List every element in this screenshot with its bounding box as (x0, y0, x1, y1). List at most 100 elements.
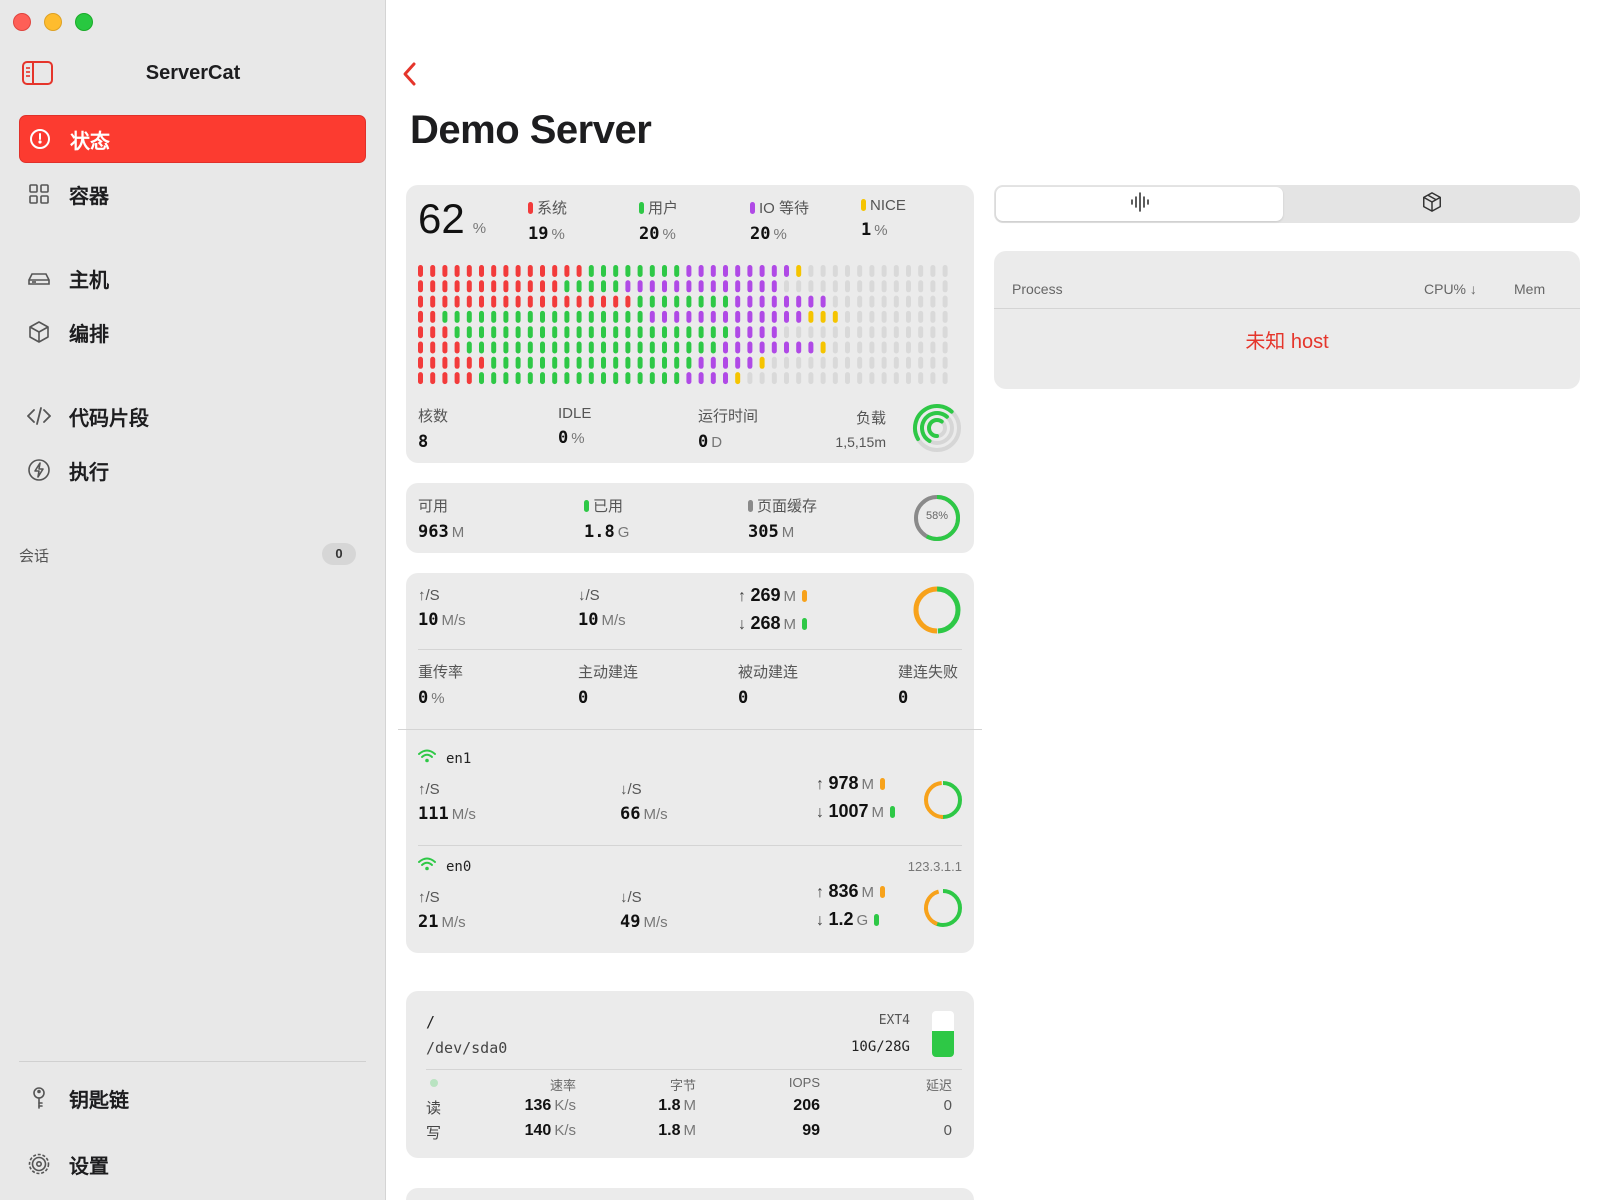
cpu-core-cell (442, 295, 448, 308)
cpu-core-cell (784, 265, 789, 277)
cpu-core-cell (625, 372, 631, 385)
cpu-core-cell (466, 372, 472, 385)
cpu-core-cell (918, 356, 924, 369)
cpu-core-cell (662, 372, 667, 385)
cpu-core-cell (820, 280, 826, 293)
cpu-load: 负载 1,5,15m (835, 410, 886, 450)
close-window-button[interactable] (13, 13, 31, 31)
cpu-core-cell (466, 326, 472, 339)
cpu-core-cell (723, 326, 728, 339)
cpu-core-cell (649, 295, 655, 308)
cpu-core-cell (418, 326, 423, 339)
cpu-core-cell (759, 280, 765, 293)
col-process[interactable]: Process (1012, 281, 1063, 297)
cpu-core-cell (418, 356, 423, 369)
cpu-core-cell (466, 265, 472, 277)
en0-ring (922, 887, 964, 934)
cpu-core-cell (710, 356, 716, 369)
sidebar-item-snippets[interactable]: 代码片段 (19, 392, 366, 440)
cpu-core-cell (625, 265, 631, 277)
back-chevron-icon[interactable] (400, 60, 420, 88)
cpu-core-cell (491, 295, 497, 308)
cpu-core-cell (418, 295, 423, 308)
sidebar-item-keychain[interactable]: 钥匙链 (19, 1074, 366, 1122)
cpu-core-cell (564, 295, 570, 308)
sidebar-item-status[interactable]: 状态 (19, 115, 366, 163)
cpu-core-cell (784, 356, 789, 369)
cpu-core-cell (930, 326, 936, 339)
zoom-window-button[interactable] (75, 13, 93, 31)
cpu-core-cell (430, 341, 436, 354)
cpu-core-cell (930, 280, 936, 293)
cpu-core-cell (808, 372, 814, 385)
col-mem[interactable]: Mem (1514, 281, 1545, 297)
cpu-core-cell (479, 265, 484, 277)
sidebar-item-label: 主机 (69, 269, 109, 292)
memory-ring: 58% (912, 493, 962, 543)
cpu-core-cell (759, 265, 765, 277)
cpu-core-cell (552, 356, 558, 369)
cpu-core-cell (820, 341, 826, 354)
cpu-core-cell (930, 356, 936, 369)
cpu-core-cell (637, 326, 643, 339)
disk-write-rate: 140 K/s (524, 1122, 576, 1139)
cpu-core-cell (759, 310, 765, 323)
cpu-cores: 核数 8 (418, 408, 449, 452)
sidebar-item-hosts[interactable]: 主机 (19, 254, 366, 302)
en0-total-up: ↑ 836 M (816, 881, 889, 902)
cpu-core-cell (893, 265, 899, 277)
cpu-core-cell (662, 356, 667, 369)
cpu-core-cell (735, 265, 741, 277)
minimize-window-button[interactable] (44, 13, 62, 31)
divider (994, 308, 1580, 309)
cpu-core-cell (845, 356, 850, 369)
sidebar-item-compose[interactable]: 编排 (19, 308, 366, 356)
cpu-core-cell (893, 295, 899, 308)
sidebar-item-label: 代码片段 (69, 407, 149, 430)
en0-up-speed: ↑/S 21 M/s (418, 889, 466, 932)
cpu-core-cell (820, 326, 826, 339)
sidebar-item-execute[interactable]: 执行 (19, 446, 366, 494)
sidebar-item-containers[interactable]: 容器 (19, 170, 366, 218)
cpu-core-cell (527, 295, 533, 308)
en0-ip-address: 123.3.1.1 (907, 859, 962, 874)
net-down-speed: ↓/S 10 M/s (578, 587, 626, 630)
sidebar-item-settings[interactable]: 设置 (19, 1140, 366, 1188)
cpu-core-cell (503, 372, 509, 385)
disk-device: /dev/sda0 (426, 1039, 508, 1057)
cpu-core-cell (515, 310, 521, 323)
cpu-core-cell (771, 295, 777, 308)
cache-legend-dot (748, 500, 753, 512)
disk-write-label: 写 (426, 1125, 442, 1142)
cpu-core-cell (845, 326, 850, 339)
disk-col-iops: IOPS (788, 1075, 820, 1090)
tab-containers[interactable] (1285, 187, 1578, 221)
cpu-core-cell (918, 295, 924, 308)
cpu-core-cell (503, 295, 509, 308)
cpu-core-cell (552, 326, 558, 339)
cpu-core-cell (747, 265, 753, 277)
cpu-core-cell (747, 356, 753, 369)
cpu-core-cell (576, 265, 582, 277)
cpu-core-cell (893, 326, 899, 339)
cpu-core-cell (686, 341, 692, 354)
sidebar-item-label: 设置 (69, 1155, 109, 1178)
col-cpu-sort[interactable]: CPU% ↓ (1424, 281, 1477, 297)
cpu-core-cell (906, 372, 911, 385)
cpu-core-cell (930, 310, 936, 323)
sidebar-item-label: 容器 (69, 185, 109, 208)
cpu-core-cell (710, 265, 716, 277)
cpu-core-cell (832, 356, 838, 369)
cpu-core-cell (588, 310, 594, 323)
memory-available: 可用 963 M (418, 498, 465, 542)
cpu-core-cell (430, 280, 436, 293)
cpu-core-cell (698, 310, 704, 323)
cpu-core-cell (759, 356, 765, 369)
cpu-core-cell (625, 356, 631, 369)
tab-activity[interactable] (996, 187, 1283, 221)
cpu-core-cell (454, 265, 460, 277)
cpu-core-cell (491, 280, 497, 293)
cpu-core-cell (710, 310, 716, 323)
gear-icon (27, 1152, 51, 1176)
cpu-core-cell (686, 280, 692, 293)
